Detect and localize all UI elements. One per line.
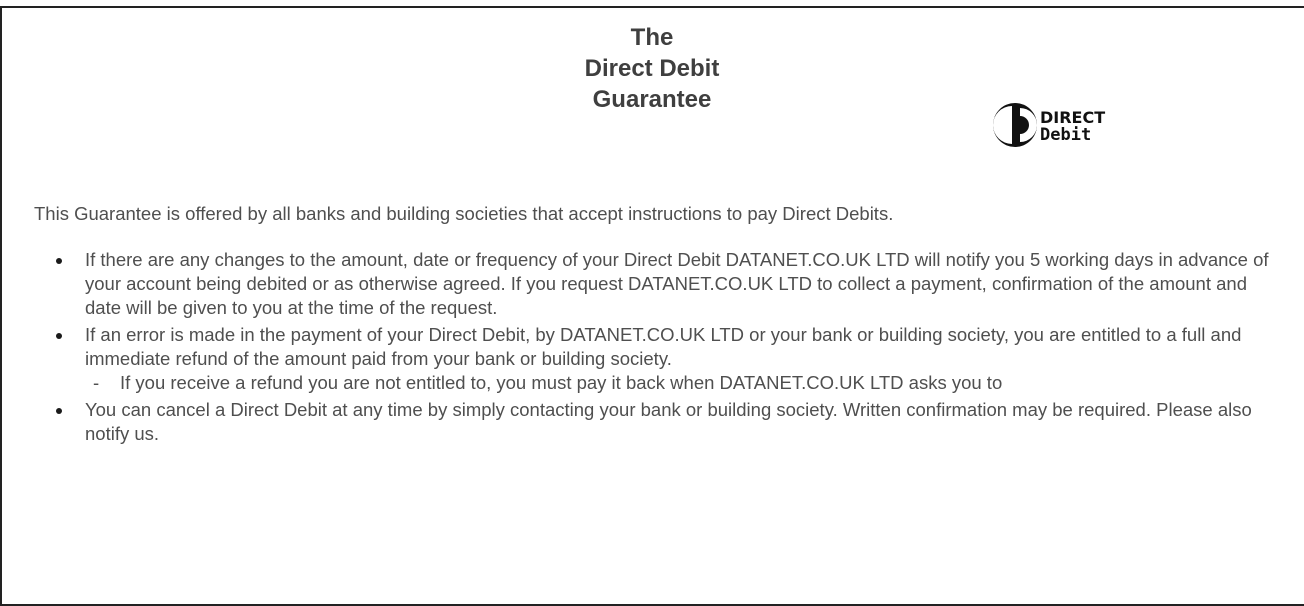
bullet-icon <box>56 408 62 414</box>
list-item-text: If an error is made in the payment of yo… <box>85 324 1242 369</box>
list-item-text: If there are any changes to the amount, … <box>85 249 1269 318</box>
list-item: If an error is made in the payment of yo… <box>34 323 1284 395</box>
direct-debit-logo-icon: DIRECT Debit <box>993 103 1105 147</box>
direct-debit-logo: DIRECT Debit <box>990 100 1125 150</box>
sub-list-item: - If you receive a refund you are not en… <box>85 371 1284 395</box>
list-item-text: You can cancel a Direct Debit at any tim… <box>85 399 1252 444</box>
guarantee-list: If there are any changes to the amount, … <box>34 248 1284 449</box>
list-item: If there are any changes to the amount, … <box>34 248 1284 320</box>
bullet-icon <box>56 333 62 339</box>
logo-text-bottom: Debit <box>1040 125 1091 145</box>
bullet-icon <box>56 258 62 264</box>
intro-text: This Guarantee is offered by all banks a… <box>34 203 894 224</box>
heading-line-2: Direct Debit <box>584 55 720 82</box>
sub-list-item-text: If you receive a refund you are not enti… <box>120 372 1003 393</box>
dash-marker: - <box>93 372 100 393</box>
heading-line-1: The <box>630 24 674 51</box>
list-item: You can cancel a Direct Debit at any tim… <box>34 398 1284 446</box>
